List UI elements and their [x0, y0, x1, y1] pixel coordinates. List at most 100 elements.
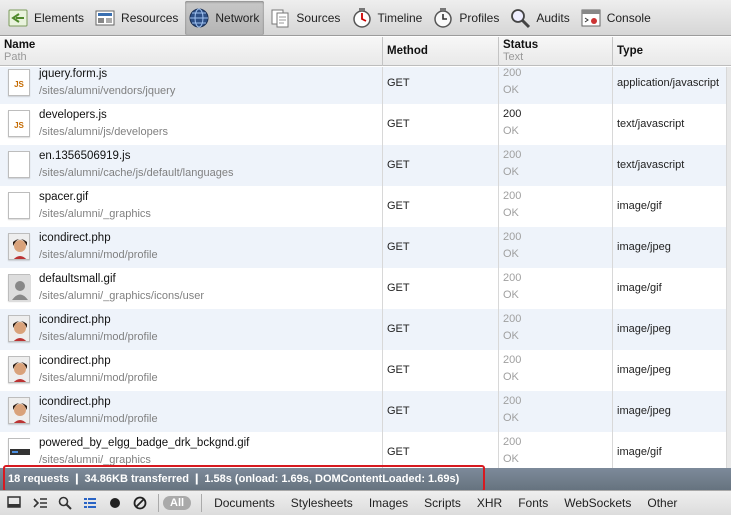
filter-images[interactable]: Images [369, 496, 408, 510]
method-value: GET [387, 241, 410, 253]
table-row[interactable]: spacer.gif/sites/alumni/_graphics GET 200 O… [0, 186, 731, 227]
name-cell: JS jquery.form.js/sites/alumni/vendors/jq… [0, 67, 383, 104]
vertical-scrollbar[interactable] [727, 67, 731, 468]
status-cell: 200 OK [499, 268, 613, 309]
method-cell: GET [383, 350, 499, 391]
table-row[interactable]: icondirect.php/sites/alumni/mod/profile G… [0, 391, 731, 432]
table-row[interactable]: icondirect.php/sites/alumni/mod/profile G… [0, 309, 731, 350]
status-cell: 200 OK [499, 391, 613, 432]
method-cell: GET [383, 145, 499, 186]
column-name-label: Name [4, 39, 36, 51]
file-path: /sites/alumni/js/developers [39, 126, 169, 138]
filter-all[interactable]: All [163, 496, 192, 510]
type-value: text/javascript [617, 159, 685, 171]
js-file-icon: JS [8, 69, 30, 96]
badge-thumbnail-icon [8, 438, 31, 466]
large-rows-button[interactable] [79, 493, 101, 513]
tab-sources-label: Sources [296, 10, 341, 25]
name-cell: spacer.gif/sites/alumni/_graphics [0, 186, 383, 227]
avatar-thumbnail-icon [8, 356, 30, 383]
filter-scripts[interactable]: Scripts [424, 496, 461, 510]
file-name: developers.js [39, 109, 107, 121]
column-name-header[interactable]: Name Path [0, 37, 383, 66]
tab-resources-label: Resources [121, 10, 179, 25]
tab-audits-label: Audits [536, 10, 570, 25]
type-value: image/jpeg [617, 241, 671, 253]
dock-icon [7, 496, 21, 508]
network-icon [189, 8, 209, 27]
type-value: application/javascript [617, 77, 720, 89]
tab-resources[interactable]: Resources [91, 1, 183, 35]
highlight-box [3, 465, 485, 492]
column-method-header[interactable]: Method [383, 37, 499, 66]
console-icon [581, 9, 601, 26]
name-cell: icondirect.php/sites/alumni/mod/profile [0, 391, 383, 432]
file-path: /sites/alumni/mod/profile [39, 372, 158, 384]
tab-timeline[interactable]: Timeline [347, 1, 427, 35]
type-value: image/gif [617, 200, 662, 212]
name-cell: icondirect.php/sites/alumni/mod/profile [0, 350, 383, 391]
status-cell: 200 OK [499, 227, 613, 268]
tab-network[interactable]: Network [185, 0, 265, 35]
table-row[interactable]: icondirect.php/sites/alumni/mod/profile G… [0, 350, 731, 391]
search-button[interactable] [54, 493, 76, 513]
dock-toggle-button[interactable] [4, 493, 26, 513]
file-name: spacer.gif [39, 191, 89, 203]
type-cell: image/jpeg [613, 350, 727, 391]
filter-websockets[interactable]: WebSockets [564, 496, 631, 510]
filter-fonts[interactable]: Fonts [518, 496, 548, 510]
tab-timeline-label: Timeline [377, 10, 423, 25]
console-drawer-button[interactable] [29, 493, 51, 513]
record-button[interactable] [104, 493, 126, 513]
status-code: 200 [503, 108, 522, 120]
status-cell: 200 OK [499, 309, 613, 350]
table-row[interactable]: en.1356506919.js/sites/alumni/cache/js/d… [0, 145, 731, 186]
filter-documents[interactable]: Documents [214, 496, 275, 510]
table-row[interactable]: powered_by_elgg_badge_drk_bckgnd.gif/sit… [0, 432, 731, 468]
table-row[interactable]: defaultsmall.gif/sites/alumni/_graphics/… [0, 268, 731, 309]
status-cell: 200 OK [499, 432, 613, 468]
status-text: OK [503, 371, 519, 383]
status-cell: 200 OK [499, 104, 613, 145]
filter-stylesheets[interactable]: Stylesheets [291, 496, 353, 510]
status-code: 200 [503, 313, 522, 325]
tab-elements[interactable]: Elements [4, 1, 89, 35]
table-row[interactable]: icondirect.php/sites/alumni/mod/profile G… [0, 227, 731, 268]
file-path: /sites/alumni/vendors/jquery [39, 85, 176, 97]
tab-audits[interactable]: Audits [506, 1, 574, 35]
type-cell: image/gif [613, 186, 727, 227]
type-cell: image/gif [613, 268, 727, 309]
tab-console[interactable]: Console [577, 1, 656, 35]
record-icon [110, 498, 120, 508]
tab-sources[interactable]: Sources [266, 1, 345, 35]
filter-xhr[interactable]: XHR [477, 496, 502, 510]
status-code: 200 [503, 272, 522, 284]
file-path: /sites/alumni/mod/profile [39, 413, 158, 425]
file-name: icondirect.php [39, 232, 111, 244]
clear-button[interactable] [129, 493, 151, 513]
status-code: 200 [503, 149, 522, 161]
table-row[interactable]: JS jquery.form.js/sites/alumni/vendors/jq… [0, 67, 731, 104]
filter-divider [201, 494, 203, 512]
blank-file-icon [8, 192, 30, 219]
name-cell: powered_by_elgg_badge_drk_bckgnd.gif/sit… [0, 432, 383, 468]
status-cell: 200 OK [499, 67, 613, 104]
tab-profiles-label: Profiles [459, 10, 500, 25]
type-cell: image/jpeg [613, 227, 727, 268]
resources-icon [95, 10, 115, 25]
status-code: 200 [503, 231, 522, 243]
filter-other[interactable]: Other [647, 496, 677, 510]
status-code: 200 [503, 67, 522, 79]
status-cell: 200 OK [499, 350, 613, 391]
tab-profiles[interactable]: Profiles [429, 1, 504, 35]
table-row[interactable]: JS developers.js/sites/alumni/js/develope… [0, 104, 731, 145]
status-text: OK [503, 125, 519, 137]
column-status-header[interactable]: Status Text [499, 37, 613, 66]
profiles-icon [434, 7, 453, 28]
method-cell: GET [383, 227, 499, 268]
method-cell: GET [383, 309, 499, 350]
name-cell: icondirect.php/sites/alumni/mod/profile [0, 227, 383, 268]
method-value: GET [387, 118, 410, 130]
audits-icon [511, 8, 531, 28]
column-type-header[interactable]: Type [613, 37, 731, 66]
